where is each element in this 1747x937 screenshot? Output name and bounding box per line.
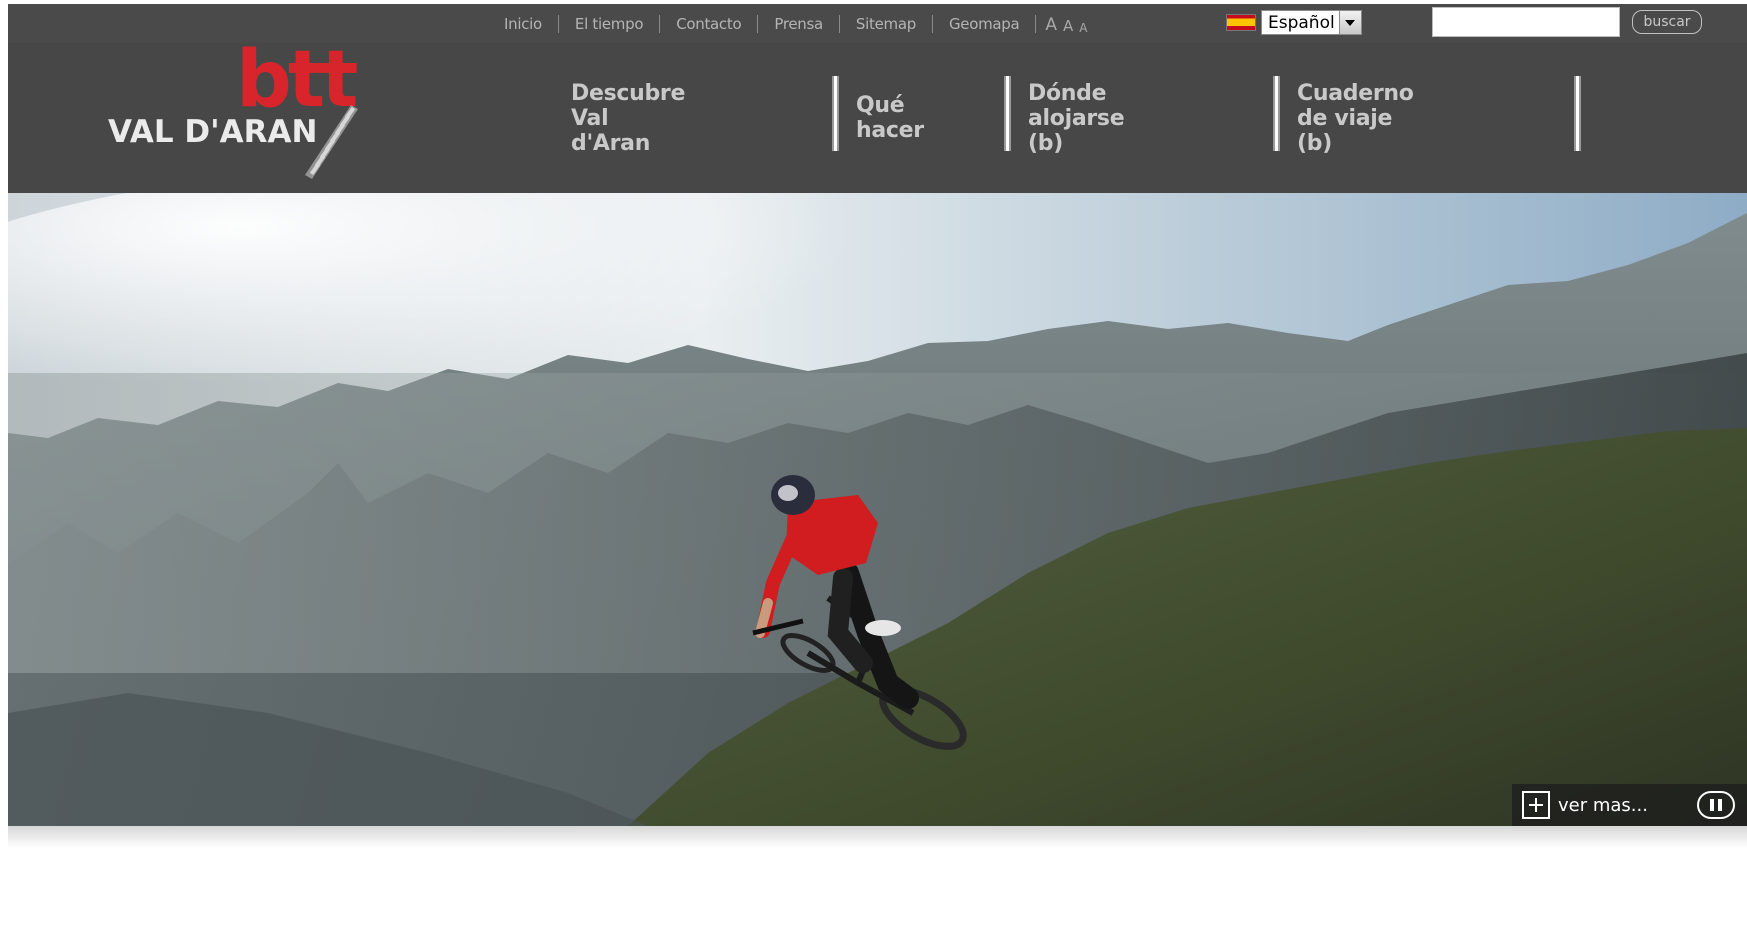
search-button[interactable]: buscar [1632, 10, 1702, 34]
font-size-large-button[interactable]: A [1042, 16, 1060, 34]
nav-divider [832, 76, 839, 151]
hero-image-mountain-biker [8, 193, 1747, 826]
utility-links: Inicio El tiempo Contacto Prensa Sitemap… [488, 4, 1091, 43]
font-size-controls: A A A [1042, 14, 1090, 34]
nav-donde-alojarse[interactable]: Dónde alojarse (b) [1028, 43, 1125, 193]
slideshow-controls: ver mas... [1512, 784, 1747, 826]
page: Inicio El tiempo Contacto Prensa Sitemap… [8, 4, 1747, 937]
plus-icon [1522, 791, 1550, 819]
language-value: Español [1268, 12, 1335, 33]
font-size-medium-button[interactable]: A [1060, 18, 1076, 34]
site-logo[interactable]: btt VAL D'ARAN [108, 41, 418, 179]
pause-icon [1718, 799, 1722, 811]
logo-val-daran-text: VAL D'ARAN [108, 114, 318, 150]
utility-link-contacto[interactable]: Contacto [660, 15, 757, 33]
utility-link-geomapa[interactable]: Geomapa [933, 15, 1035, 33]
nav-divider [1004, 76, 1011, 151]
search-input[interactable] [1432, 7, 1620, 37]
header: btt VAL D'ARAN Descubre Val d'Aran Qué h… [8, 41, 1747, 193]
utility-link-sitemap[interactable]: Sitemap [840, 15, 932, 33]
hero-slideshow: ver mas... [8, 193, 1747, 826]
tire-track-icon [305, 105, 358, 179]
nav-cuaderno-de-viaje[interactable]: Cuaderno de viaje (b) [1297, 43, 1414, 193]
utility-link-inicio[interactable]: Inicio [488, 15, 558, 33]
utility-link-el-tiempo[interactable]: El tiempo [559, 15, 659, 33]
nav-divider [1273, 76, 1280, 151]
utility-link-prensa[interactable]: Prensa [758, 15, 839, 33]
nav-divider [1574, 76, 1581, 151]
nav-descubre-val-daran[interactable]: Descubre Val d'Aran [571, 43, 685, 193]
font-size-small-button[interactable]: A [1076, 22, 1090, 34]
footer-shadow [8, 826, 1747, 848]
language-dropdown[interactable]: Español [1261, 10, 1362, 35]
ver-mas-button[interactable]: ver mas... [1522, 791, 1648, 819]
spain-flag-icon [1226, 14, 1256, 31]
pause-icon [1710, 799, 1714, 811]
ver-mas-label: ver mas... [1558, 794, 1648, 816]
pause-button[interactable] [1697, 791, 1735, 819]
dropdown-arrow-icon[interactable] [1338, 11, 1361, 34]
nav-que-hacer[interactable]: Qué hacer [856, 43, 924, 193]
utility-separator [1035, 14, 1037, 33]
language-selector[interactable]: Español [1226, 10, 1362, 35]
